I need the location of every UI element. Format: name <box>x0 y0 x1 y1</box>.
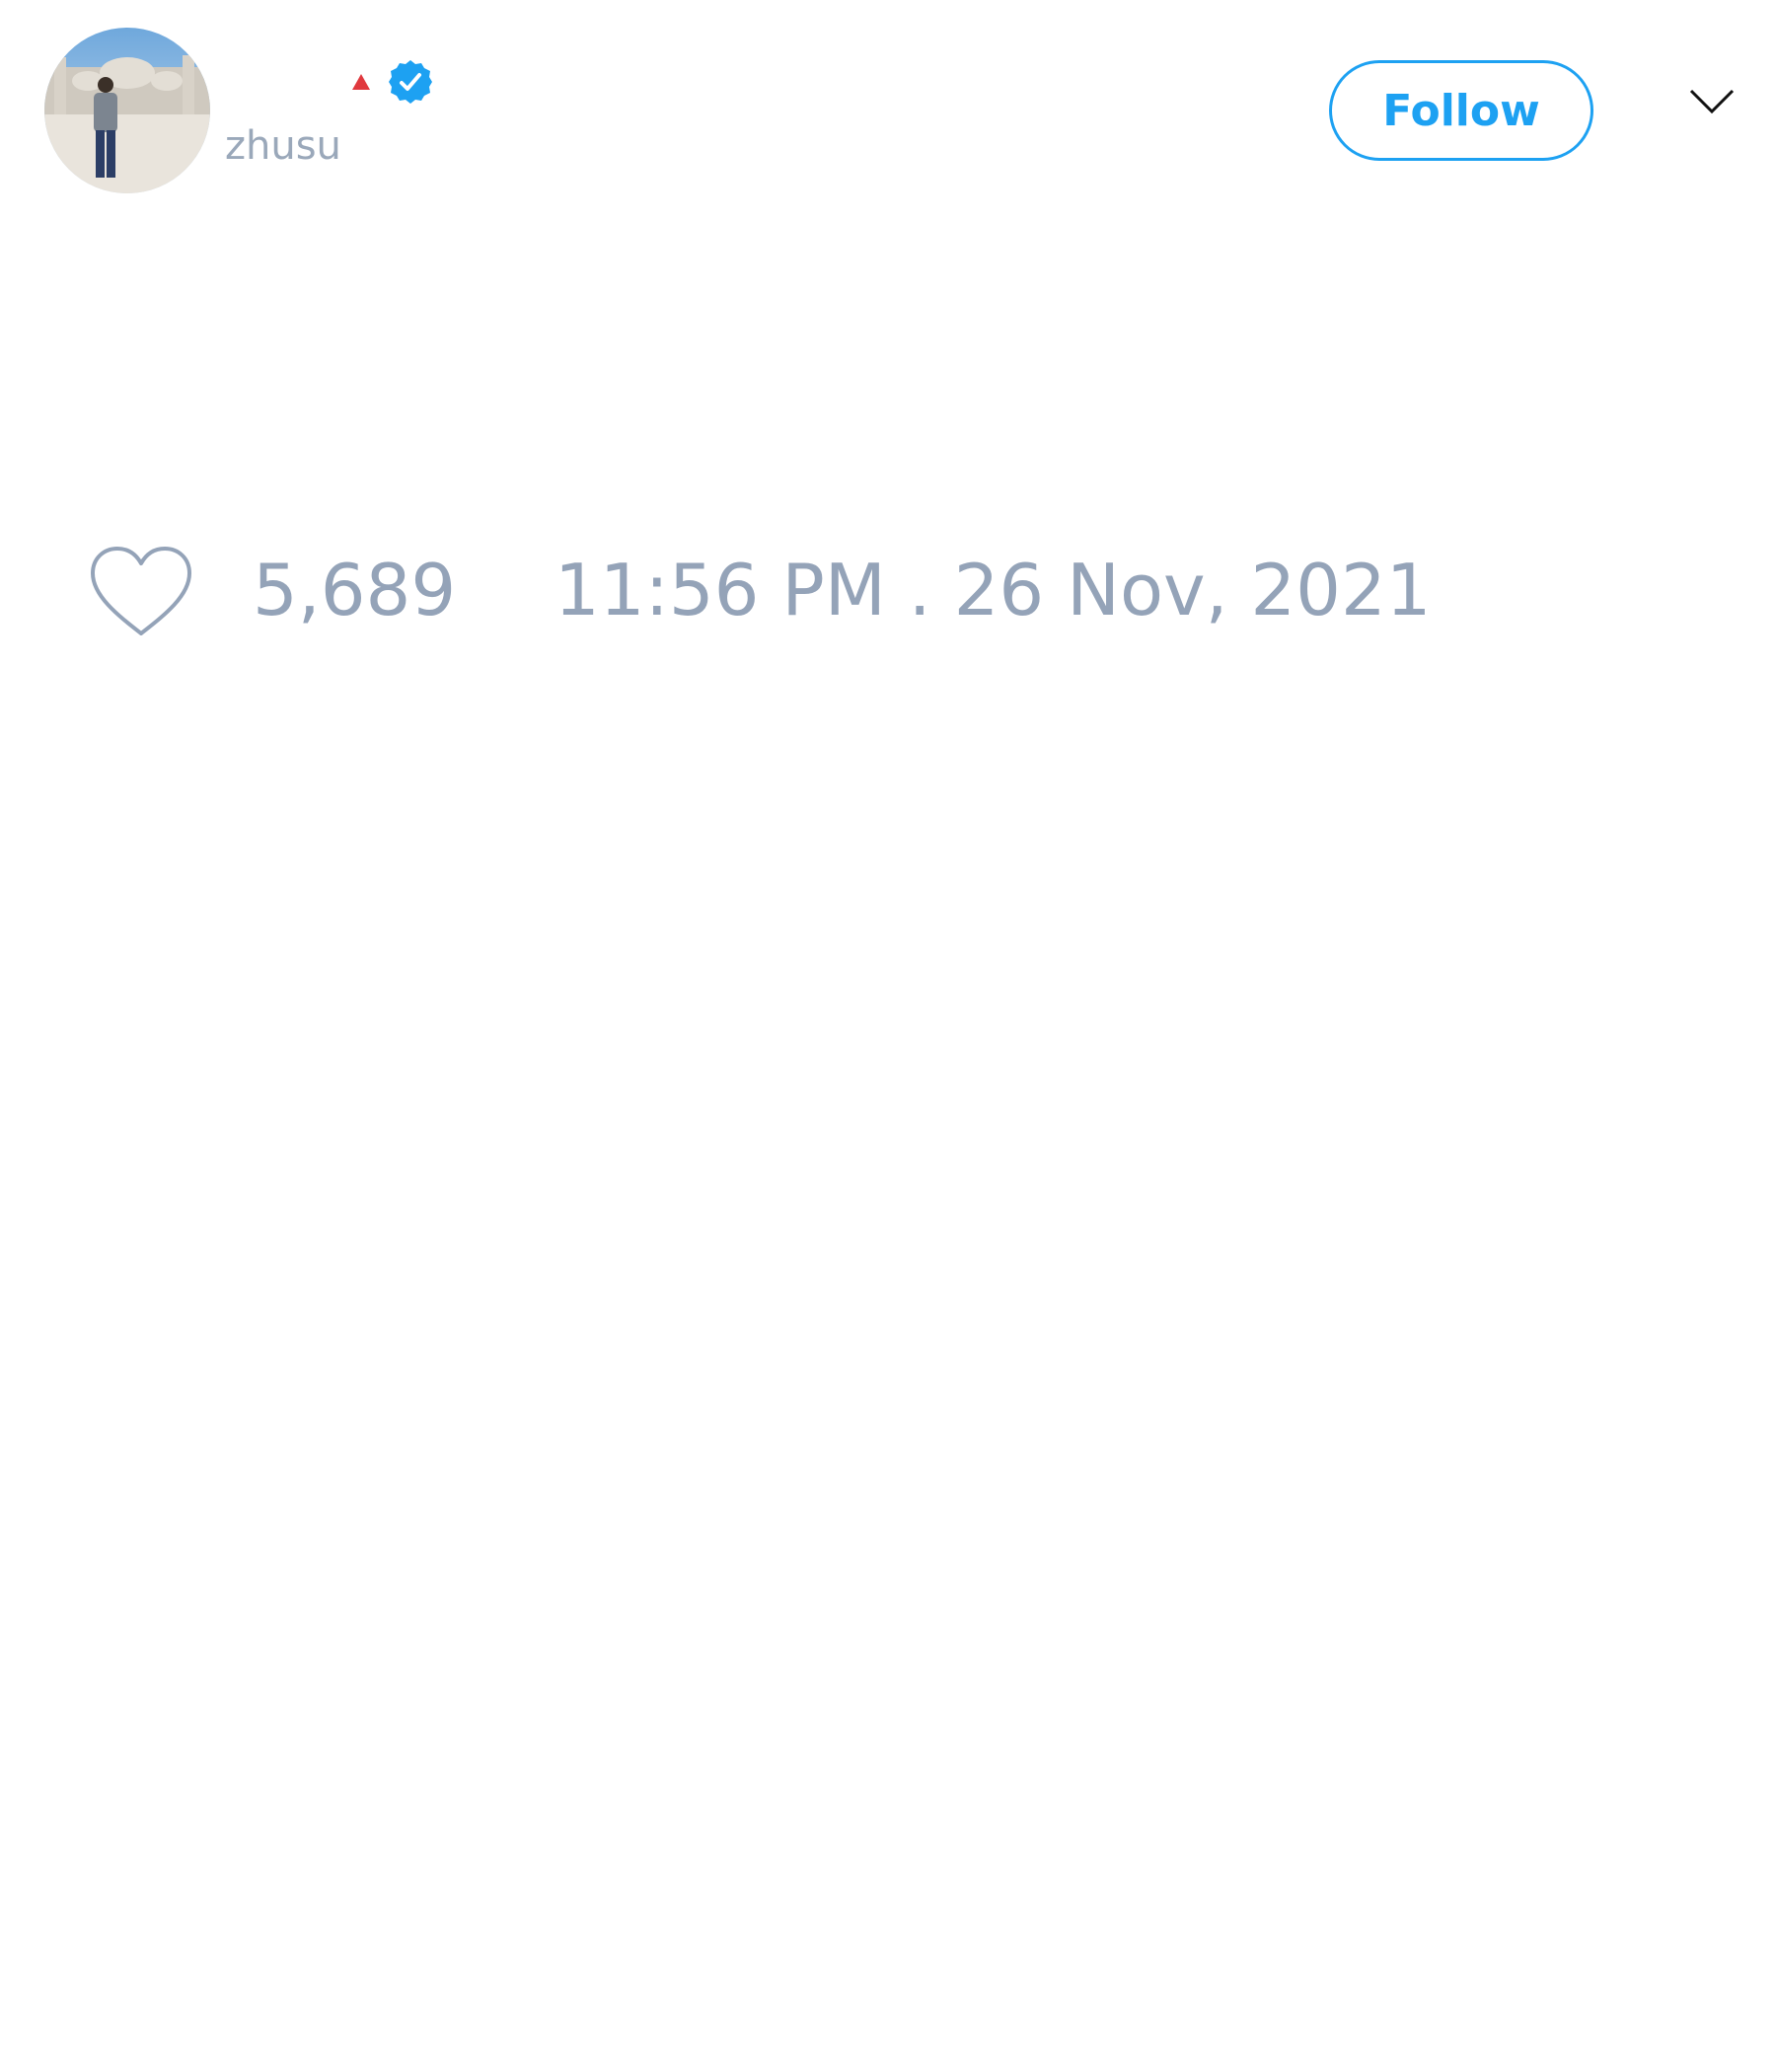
profile-photo <box>44 28 210 193</box>
flag-icon <box>352 74 370 90</box>
avatar[interactable] <box>44 28 210 193</box>
display-name-row <box>351 57 434 107</box>
tweet-header: zhusu Follow <box>0 0 1776 217</box>
verified-badge-icon <box>389 60 432 104</box>
heart-icon[interactable] <box>89 545 193 639</box>
like-count: 5,689 <box>253 549 457 631</box>
tweet-stats: 5,689 11:56 PM . 26 Nov, 2021 <box>0 533 1776 651</box>
chevron-down-icon[interactable] <box>1689 89 1735 114</box>
tweet-timestamp[interactable]: 11:56 PM . 26 Nov, 2021 <box>555 555 1432 626</box>
user-handle[interactable]: zhusu <box>225 126 341 166</box>
follow-button[interactable]: Follow <box>1329 60 1593 161</box>
